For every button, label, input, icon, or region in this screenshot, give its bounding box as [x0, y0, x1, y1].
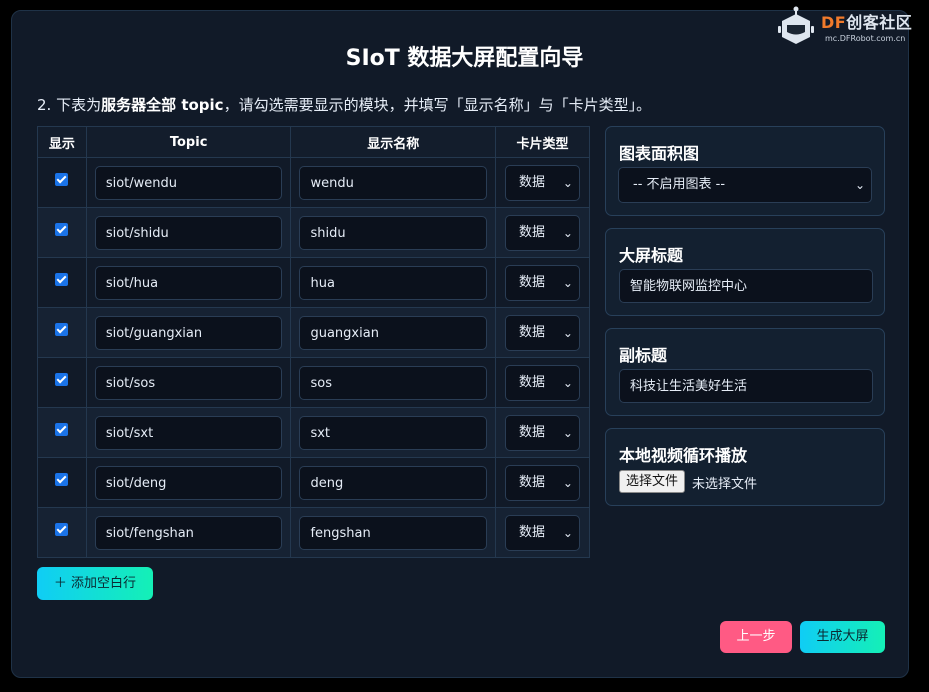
show-checkbox[interactable] [55, 473, 69, 486]
chevron-down-icon: ⌄ [562, 225, 573, 240]
show-checkbox[interactable] [55, 273, 69, 286]
card-type-select[interactable]: 数据 ⌄ [504, 264, 580, 301]
card-type-select[interactable]: 数据 ⌄ [504, 314, 580, 351]
logo-wordmark: DF创客社区 [821, 13, 913, 32]
topic-input[interactable]: siot/shidu [94, 215, 283, 250]
show-checkbox[interactable] [55, 523, 69, 536]
chevron-down-icon: ⌄ [562, 475, 573, 490]
file-status: 未选择文件 [692, 477, 758, 492]
show-checkbox[interactable] [55, 373, 69, 386]
screen-title-card: 大屏标题 智能物联网监控中心 [605, 228, 885, 316]
chevron-down-icon: ⌄ [562, 275, 573, 290]
display-name-input[interactable]: hua [299, 265, 487, 300]
col-header-show: 显示 [37, 126, 87, 158]
chevron-down-icon: ⌄ [562, 425, 573, 440]
card-type-select[interactable]: 数据 ⌄ [504, 464, 580, 501]
topic-input[interactable]: siot/fengshan [94, 515, 283, 550]
chevron-down-icon: ⌄ [562, 175, 573, 190]
display-name-input[interactable]: fengshan [299, 515, 487, 550]
topic-table: 显示 Topic 显示名称 卡片类型 siot/wendu wendu 数据 ⌄ … [37, 126, 591, 558]
card-type-select[interactable]: 数据 ⌄ [504, 214, 580, 251]
chart-config-title: 图表面积图 [619, 144, 700, 163]
generate-screen-button[interactable]: 生成大屏 [800, 621, 885, 653]
screen-title-label: 大屏标题 [619, 246, 684, 265]
display-name-input[interactable]: sos [299, 365, 487, 400]
add-blank-row-button[interactable]: ＋ 添加空白行 [37, 567, 153, 600]
table-header-row: 显示 Topic 显示名称 卡片类型 [37, 126, 591, 158]
topic-input[interactable]: siot/deng [94, 465, 283, 500]
topic-input[interactable]: siot/guangxian [94, 315, 283, 350]
table-row: siot/sos sos 数据 ⌄ [37, 357, 591, 408]
table-row: siot/fengshan fengshan 数据 ⌄ [37, 507, 591, 558]
display-name-input[interactable]: sxt [299, 415, 487, 450]
previous-step-button[interactable]: 上一步 [720, 621, 792, 653]
chevron-down-icon: ⌄ [562, 375, 573, 390]
chevron-down-icon: ⌄ [562, 325, 573, 340]
topic-input[interactable]: siot/sos [94, 365, 283, 400]
video-label: 本地视频循环播放 [619, 446, 748, 465]
topic-input[interactable]: siot/hua [94, 265, 283, 300]
card-type-select[interactable]: 数据 ⌄ [504, 364, 580, 401]
col-header-topic: Topic [85, 126, 292, 158]
show-checkbox[interactable] [55, 323, 69, 336]
chevron-down-icon: ⌄ [562, 525, 573, 540]
col-header-name: 显示名称 [290, 126, 496, 158]
table-row: siot/sxt sxt 数据 ⌄ [37, 407, 591, 458]
instructions: 2. 下表为服务器全部 topic，请勾选需要显示的模块，并填写「显示名称」与「… [37, 96, 652, 114]
card-type-select[interactable]: 数据 ⌄ [504, 414, 580, 451]
subtitle-input[interactable]: 科技让生活美好生活 [619, 369, 873, 403]
col-header-type: 卡片类型 [494, 126, 591, 158]
card-type-select[interactable]: 数据 ⌄ [504, 164, 580, 201]
show-checkbox[interactable] [55, 173, 69, 186]
display-name-input[interactable]: wendu [299, 165, 487, 200]
table-row: siot/hua hua 数据 ⌄ [37, 257, 591, 308]
subtitle-card: 副标题 科技让生活美好生活 [605, 328, 885, 416]
show-checkbox[interactable] [55, 223, 69, 236]
card-type-select[interactable]: 数据 ⌄ [504, 514, 580, 551]
page-title: SIoT 数据大屏配置向导 [345, 46, 584, 71]
topic-input[interactable]: siot/wendu [94, 165, 283, 200]
chart-type-select[interactable]: -- 不启用图表 -- ⌄ [618, 167, 872, 203]
choose-file-button[interactable]: 选择文件 [619, 470, 686, 493]
video-card: 本地视频循环播放 选择文件 未选择文件 [605, 428, 885, 506]
display-name-input[interactable]: guangxian [299, 315, 487, 350]
table-row: siot/shidu shidu 数据 ⌄ [37, 207, 591, 258]
table-row: siot/deng deng 数据 ⌄ [37, 457, 591, 508]
display-name-input[interactable]: shidu [299, 215, 487, 250]
chevron-down-icon: ⌄ [854, 178, 865, 192]
topic-input[interactable]: siot/sxt [94, 415, 283, 450]
table-row: siot/guangxian guangxian 数据 ⌄ [37, 307, 591, 358]
show-checkbox[interactable] [55, 423, 69, 436]
display-name-input[interactable]: deng [299, 465, 487, 500]
screen-title-input[interactable]: 智能物联网监控中心 [619, 269, 873, 303]
chart-config-card: 图表面积图 -- 不启用图表 -- ⌄ [605, 126, 885, 216]
table-row: siot/wendu wendu 数据 ⌄ [37, 157, 591, 208]
subtitle-label: 副标题 [619, 346, 668, 365]
